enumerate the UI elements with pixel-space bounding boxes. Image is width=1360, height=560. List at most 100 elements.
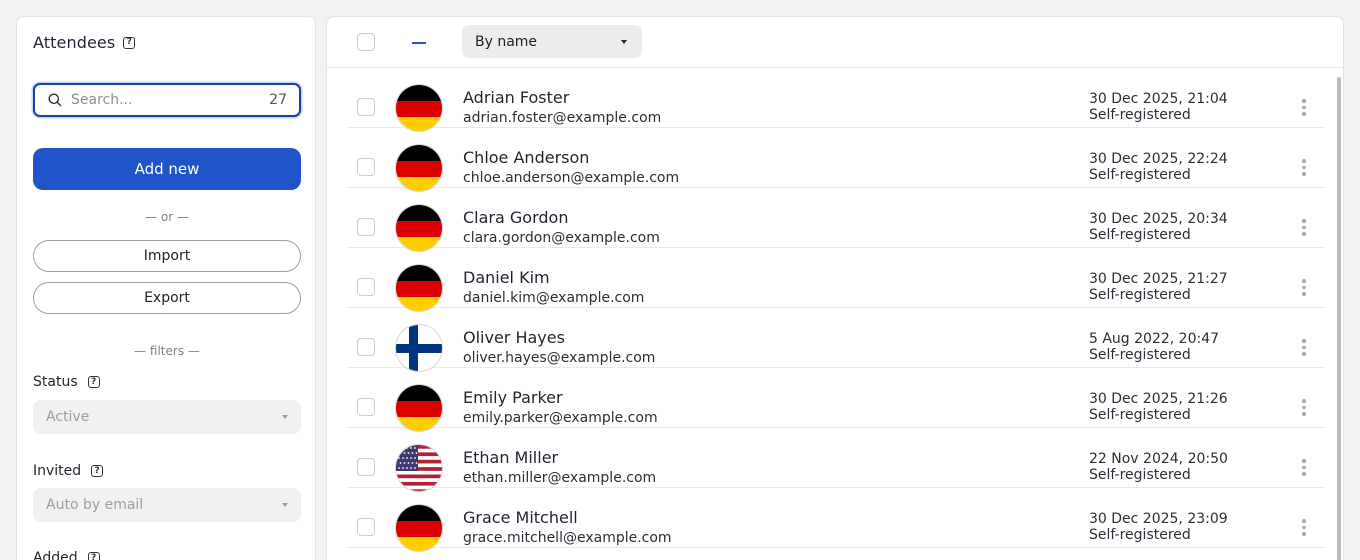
registration-date: 30 Dec 2025, 20:34 — [1089, 211, 1228, 227]
flag-fi-icon — [395, 324, 443, 372]
more-options-icon[interactable] — [1301, 399, 1307, 417]
flag-de-icon — [395, 144, 443, 192]
registration-source: Self-registered — [1089, 227, 1191, 243]
registration-source: Self-registered — [1089, 347, 1191, 363]
export-button[interactable]: Export — [33, 282, 301, 314]
attendee-row[interactable]: Daniel Kim daniel.kim@example.com 30 Dec… — [347, 248, 1325, 312]
attendee-list: Adrian Foster adrian.foster@example.com … — [327, 68, 1327, 552]
registration-source: Self-registered — [1089, 167, 1191, 183]
registration-date: 30 Dec 2025, 21:26 — [1089, 391, 1228, 407]
row-checkbox[interactable] — [357, 158, 375, 176]
attendee-name: Daniel Kim — [463, 268, 550, 287]
sidebar-header: Attendees ? — [33, 33, 136, 52]
search-icon — [47, 92, 63, 108]
search-input[interactable]: Search... 27 — [33, 83, 301, 117]
sort-select[interactable]: By name — [462, 25, 642, 58]
row-checkbox[interactable] — [357, 98, 375, 116]
registration-date: 5 Aug 2022, 20:47 — [1089, 331, 1220, 347]
registration-source: Self-registered — [1089, 287, 1191, 303]
more-options-icon[interactable] — [1301, 339, 1307, 357]
status-filter-label: Status ? — [33, 374, 100, 390]
row-checkbox[interactable] — [357, 278, 375, 296]
more-options-icon[interactable] — [1301, 219, 1307, 237]
attendee-row[interactable]: Chloe Anderson chloe.anderson@example.co… — [347, 128, 1325, 192]
registration-date: 30 Dec 2025, 21:04 — [1089, 91, 1228, 107]
filter-label: Status — [33, 374, 78, 390]
row-checkbox[interactable] — [357, 398, 375, 416]
attendee-name: Grace Mitchell — [463, 508, 578, 527]
more-options-icon[interactable] — [1301, 519, 1307, 537]
attendee-email: adrian.foster@example.com — [463, 110, 662, 126]
attendee-name: Ethan Miller — [463, 448, 559, 467]
attendee-email: chloe.anderson@example.com — [463, 170, 680, 186]
attendee-name: Oliver Hayes — [463, 328, 565, 347]
select-value: Active — [46, 409, 90, 425]
registration-date: 30 Dec 2025, 21:27 — [1089, 271, 1228, 287]
registration-source: Self-registered — [1089, 107, 1191, 123]
or-divider: — or — — [145, 210, 189, 224]
help-icon[interactable]: ? — [87, 552, 100, 560]
flag-us-icon — [395, 444, 443, 492]
row-checkbox[interactable] — [357, 338, 375, 356]
row-checkbox[interactable] — [357, 218, 375, 236]
filter-label: Added — [33, 550, 78, 560]
invited-filter-label: Invited ? — [33, 463, 104, 479]
registration-date: 30 Dec 2025, 22:24 — [1089, 151, 1228, 167]
flag-de-icon — [395, 504, 443, 552]
attendee-name: Adrian Foster — [463, 88, 570, 107]
attendee-email: grace.mitchell@example.com — [463, 530, 672, 546]
attendee-email: emily.parker@example.com — [463, 410, 658, 426]
more-options-icon[interactable] — [1301, 459, 1307, 477]
add-new-button[interactable]: Add new — [33, 148, 301, 190]
more-options-icon[interactable] — [1301, 159, 1307, 177]
attendee-name: Emily Parker — [463, 388, 563, 407]
help-icon[interactable]: ? — [123, 36, 136, 49]
attendee-row[interactable]: Clara Gordon clara.gordon@example.com 30… — [347, 188, 1325, 252]
attendee-email: clara.gordon@example.com — [463, 230, 660, 246]
filter-label: Invited — [33, 463, 82, 479]
attendee-row[interactable]: Grace Mitchell grace.mitchell@example.co… — [347, 488, 1325, 552]
import-button[interactable]: Import — [33, 240, 301, 272]
help-icon[interactable]: ? — [91, 465, 104, 477]
attendee-row[interactable]: Emily Parker emily.parker@example.com 30… — [347, 368, 1325, 432]
attendee-row[interactable]: Oliver Hayes oliver.hayes@example.com 5 … — [347, 308, 1325, 372]
collapse-icon[interactable] — [412, 42, 426, 44]
row-checkbox[interactable] — [357, 458, 375, 476]
registration-source: Self-registered — [1089, 527, 1191, 543]
registration-date: 22 Nov 2024, 20:50 — [1089, 451, 1228, 467]
registration-source: Self-registered — [1089, 407, 1191, 423]
search-placeholder: Search... — [71, 92, 133, 108]
scrollbar[interactable] — [1337, 77, 1341, 560]
list-toolbar: By name — [327, 17, 1343, 68]
status-select[interactable]: Active — [33, 400, 301, 434]
attendee-name: Chloe Anderson — [463, 148, 590, 167]
chevron-down-icon — [621, 39, 627, 44]
attendee-count: 27 — [269, 92, 287, 108]
page-title: Attendees — [33, 33, 116, 52]
attendee-email: oliver.hayes@example.com — [463, 350, 656, 366]
chevron-down-icon — [282, 503, 288, 507]
registration-date: 30 Dec 2025, 23:09 — [1089, 511, 1228, 527]
added-filter-label: Added ? — [33, 550, 100, 560]
invited-select[interactable]: Auto by email — [33, 488, 301, 522]
attendee-email: daniel.kim@example.com — [463, 290, 645, 306]
flag-de-icon — [395, 384, 443, 432]
attendee-row[interactable]: Adrian Foster adrian.foster@example.com … — [347, 68, 1325, 132]
row-checkbox[interactable] — [357, 518, 375, 536]
filters-divider: — filters — — [134, 344, 200, 358]
attendee-row[interactable]: Ethan Miller ethan.miller@example.com 22… — [347, 428, 1325, 492]
chevron-down-icon — [282, 415, 288, 419]
sort-value: By name — [475, 33, 538, 50]
help-icon[interactable]: ? — [87, 376, 100, 388]
flag-de-icon — [395, 204, 443, 252]
more-options-icon[interactable] — [1301, 99, 1307, 117]
flag-de-icon — [395, 84, 443, 132]
registration-source: Self-registered — [1089, 467, 1191, 483]
attendee-name: Clara Gordon — [463, 208, 569, 227]
select-all-checkbox[interactable] — [357, 33, 375, 51]
select-value: Auto by email — [46, 497, 144, 513]
more-options-icon[interactable] — [1301, 279, 1307, 297]
attendee-email: ethan.miller@example.com — [463, 470, 657, 486]
attendee-list-panel: By name Adrian Foster adrian.foster@exam… — [326, 16, 1344, 560]
flag-de-icon — [395, 264, 443, 312]
